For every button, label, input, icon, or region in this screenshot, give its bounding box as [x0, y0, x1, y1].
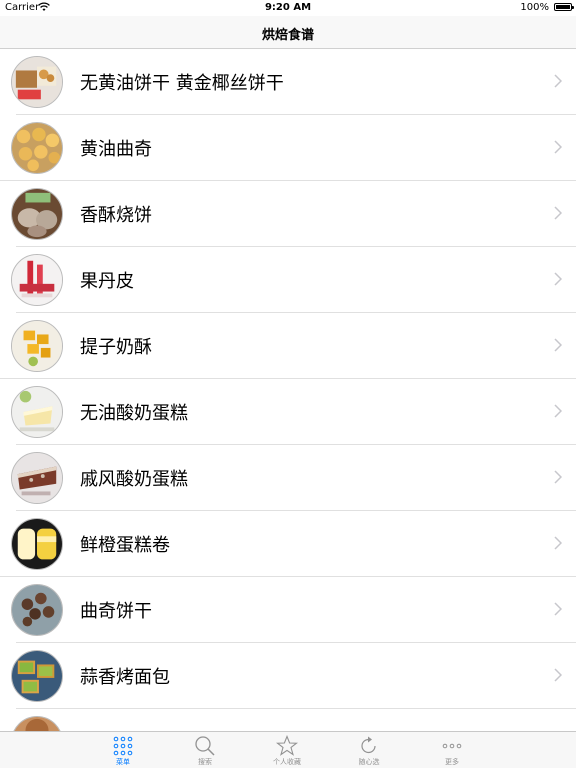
recipe-row[interactable]: 果丹皮 [0, 247, 576, 313]
tab-search[interactable]: 搜索 [175, 732, 235, 769]
recipe-name: 曲奇饼干 [80, 601, 152, 622]
chevron-right-icon [554, 602, 562, 616]
clock: 9:20 AM [264, 2, 312, 13]
recipe-thumbnail [11, 716, 63, 731]
recipe-row[interactable]: 无油酸奶蛋糕 [0, 379, 576, 445]
recipe-name: 提子奶酥 [80, 337, 152, 358]
recipe-row[interactable]: 黄油曲奇 [0, 115, 576, 181]
tab-label: 更多 [445, 758, 459, 766]
chevron-right-icon [554, 74, 562, 88]
chevron-right-icon [554, 404, 562, 418]
grid-icon [113, 736, 133, 756]
star-icon [276, 735, 298, 756]
recipe-thumbnail [11, 584, 63, 636]
recipe-name: 黄油曲奇 [80, 139, 152, 160]
chevron-right-icon [554, 338, 562, 352]
battery-percentage: 100% [520, 2, 549, 13]
recipe-row[interactable]: 鲜橙蛋糕卷 [0, 511, 576, 577]
tab-favorites[interactable]: 个人收藏 [257, 732, 317, 769]
recipe-row[interactable]: 无黄油饼干 黄金椰丝饼干 [0, 49, 576, 115]
recipe-name: 蒜香烤面包 [80, 667, 170, 688]
recipe-thumbnail [11, 386, 63, 438]
recipe-thumbnail [11, 254, 63, 306]
recipe-thumbnail [11, 518, 63, 570]
recipe-row-partial[interactable] [0, 709, 576, 731]
recipe-row[interactable]: 蒜香烤面包 [0, 643, 576, 709]
recipe-name: 果丹皮 [80, 271, 134, 292]
search-icon [195, 736, 215, 756]
recipe-row[interactable]: 戚风酸奶蛋糕 [0, 445, 576, 511]
recipe-row[interactable]: 曲奇饼干 [0, 577, 576, 643]
recipe-thumbnail [11, 56, 63, 108]
recipe-name: 无油酸奶蛋糕 [80, 403, 188, 424]
chevron-right-icon [554, 668, 562, 682]
recipe-name: 无黄油饼干 黄金椰丝饼干 [80, 73, 284, 94]
tab-label: 随心选 [358, 758, 380, 766]
recipe-thumbnail [11, 188, 63, 240]
recipe-list[interactable]: 无黄油饼干 黄金椰丝饼干 黄油曲奇 香酥烧饼 果丹皮 提子奶酥 无油酸奶蛋糕 戚… [0, 49, 576, 731]
tab-menu[interactable]: 菜单 [93, 732, 153, 769]
recipe-thumbnail [11, 452, 63, 504]
recipe-row[interactable]: 提子奶酥 [0, 313, 576, 379]
recipe-name: 鲜橙蛋糕卷 [80, 535, 170, 556]
chevron-right-icon [554, 206, 562, 220]
page-title: 烘焙食谱 [261, 28, 314, 43]
chevron-right-icon [554, 140, 562, 154]
recipe-name: 香酥烧饼 [80, 205, 152, 226]
tab-more[interactable]: 更多 [422, 732, 482, 769]
recipe-thumbnail [11, 650, 63, 702]
battery-icon [554, 3, 574, 11]
tab-bar: 菜单 搜索 个人收藏 随心选 更多 [0, 731, 576, 768]
recipe-thumbnail [11, 320, 63, 372]
more-icon [442, 743, 462, 749]
chevron-right-icon [554, 536, 562, 550]
recipe-name: 戚风酸奶蛋糕 [80, 469, 188, 490]
tab-label: 个人收藏 [273, 758, 301, 766]
tab-label: 菜单 [116, 758, 130, 766]
tab-random[interactable]: 随心选 [339, 732, 399, 769]
refresh-icon [361, 736, 376, 754]
status-bar: Carrier 9:20 AM 100% [0, 0, 576, 16]
recipe-thumbnail [11, 122, 63, 174]
navigation-bar: 烘焙食谱 [0, 16, 576, 49]
chevron-right-icon [554, 470, 562, 484]
tab-label: 搜索 [198, 758, 212, 766]
recipe-row[interactable]: 香酥烧饼 [0, 181, 576, 247]
chevron-right-icon [554, 272, 562, 286]
